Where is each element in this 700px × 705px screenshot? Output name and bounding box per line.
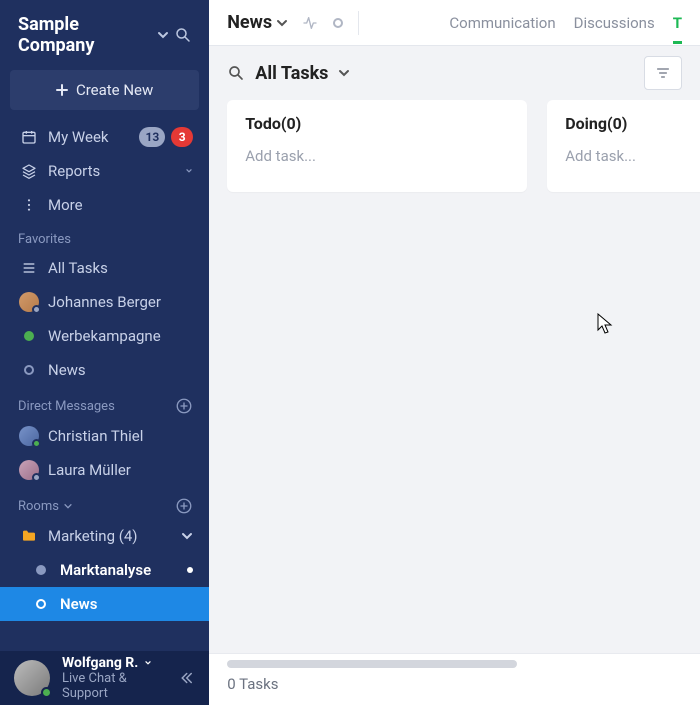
- room-news[interactable]: News: [0, 587, 209, 621]
- favorite-news[interactable]: News: [0, 353, 209, 387]
- sidebar-item-myweek[interactable]: My Week 13 3: [0, 120, 209, 154]
- layers-icon: [18, 163, 40, 179]
- tab-communication[interactable]: Communication: [449, 2, 555, 44]
- task-view-label: All Tasks: [255, 63, 328, 84]
- divider: [358, 11, 359, 35]
- more-vertical-icon: [18, 197, 40, 213]
- filter-icon: [655, 65, 671, 81]
- main-footer: 0 Tasks: [209, 653, 700, 705]
- sidebar-item-label: Reports: [48, 162, 100, 180]
- dot-icon: [30, 565, 52, 575]
- badge-red: 3: [171, 127, 193, 147]
- dm-laura[interactable]: Laura Müller: [0, 453, 209, 487]
- avatar: [18, 460, 40, 480]
- sidebar: Sample Company Create New My Week 13 3: [0, 0, 209, 705]
- avatar: [14, 660, 50, 696]
- section-direct-messages: Direct Messages: [0, 387, 209, 419]
- sidebar-item-label: Marketing (4): [48, 527, 138, 545]
- sidebar-item-more[interactable]: More: [0, 188, 209, 222]
- sidebar-footer[interactable]: Wolfgang R. Live Chat & Support: [0, 651, 209, 705]
- favorite-all-tasks[interactable]: All Tasks: [0, 251, 209, 285]
- chevron-down-icon: [276, 17, 288, 29]
- column-todo: Todo(0) Add task...: [227, 100, 527, 192]
- sidebar-item-label: Marktanalyse: [60, 561, 151, 579]
- room-group-marketing[interactable]: Marketing (4): [0, 519, 209, 553]
- favorite-project-werbekampagne[interactable]: Werbekampagne: [0, 319, 209, 353]
- circle-outline-icon: [18, 365, 40, 375]
- sidebar-header: Sample Company: [0, 0, 209, 68]
- sidebar-item-label: My Week: [48, 128, 109, 146]
- tab-discussions[interactable]: Discussions: [574, 2, 655, 44]
- sidebar-item-reports[interactable]: Reports: [0, 154, 209, 188]
- add-dm-button[interactable]: [175, 397, 193, 415]
- sidebar-item-label: Christian Thiel: [48, 427, 143, 445]
- column-title: Todo(0): [245, 114, 509, 133]
- plus-icon: [56, 84, 68, 96]
- caret-down-icon[interactable]: [185, 167, 193, 175]
- room-marktanalyse[interactable]: Marktanalyse: [0, 553, 209, 587]
- page-title-text: News: [227, 12, 272, 33]
- sidebar-item-label: Werbekampagne: [48, 327, 161, 345]
- sidebar-item-label: Laura Müller: [48, 461, 131, 479]
- create-new-label: Create New: [76, 81, 153, 99]
- company-name[interactable]: Sample Company: [18, 14, 147, 56]
- chevron-down-icon: [63, 501, 73, 511]
- chevron-down-icon[interactable]: [153, 24, 173, 46]
- footer-subtitle: Live Chat & Support: [62, 671, 165, 701]
- filter-button[interactable]: [644, 56, 682, 90]
- footer-text: Wolfgang R. Live Chat & Support: [62, 655, 165, 701]
- unread-dot-icon: [187, 567, 193, 573]
- favorite-user-johannes[interactable]: Johannes Berger: [0, 285, 209, 319]
- section-label: Direct Messages: [18, 399, 115, 414]
- sidebar-scroll: My Week 13 3 Reports More Favorites: [0, 120, 209, 651]
- task-count: 0 Tasks: [227, 675, 278, 693]
- page-title[interactable]: News: [227, 12, 288, 33]
- circle-outline-icon: [30, 599, 52, 609]
- sidebar-item-label: Johannes Berger: [48, 293, 161, 311]
- create-new-button[interactable]: Create New: [10, 70, 199, 110]
- sidebar-item-label: News: [48, 361, 86, 379]
- circle-outline-icon[interactable]: [332, 17, 344, 29]
- add-room-button[interactable]: [175, 497, 193, 515]
- chevron-down-icon: [338, 67, 350, 79]
- horizontal-scrollbar[interactable]: [227, 660, 517, 668]
- add-task-input[interactable]: Add task...: [565, 147, 700, 165]
- kanban-board: Todo(0) Add task... Doing(0) Add task...: [209, 100, 700, 653]
- column-title: Doing(0): [565, 114, 700, 133]
- user-name: Wolfgang R.: [62, 655, 138, 671]
- task-view-selector[interactable]: All Tasks: [227, 63, 350, 84]
- toolbar: All Tasks: [209, 46, 700, 100]
- badge-gray: 13: [139, 127, 165, 147]
- section-label: Rooms: [18, 499, 59, 514]
- sidebar-item-label: News: [60, 595, 97, 613]
- main-header: News Communication Discussions T: [209, 0, 700, 46]
- main: News Communication Discussions T All Tas…: [209, 0, 700, 705]
- list-icon: [18, 260, 40, 276]
- activity-icon[interactable]: [302, 15, 318, 31]
- column-doing: Doing(0) Add task...: [547, 100, 700, 192]
- collapse-sidebar-button[interactable]: [177, 669, 195, 687]
- dm-christian[interactable]: Christian Thiel: [0, 419, 209, 453]
- section-label: Favorites: [18, 232, 71, 247]
- section-favorites: Favorites: [0, 222, 209, 251]
- section-rooms[interactable]: Rooms: [0, 487, 209, 519]
- search-icon[interactable]: [173, 24, 193, 46]
- search-icon: [227, 64, 245, 82]
- sidebar-item-label: More: [48, 196, 83, 214]
- avatar: [18, 426, 40, 446]
- avatar: [18, 292, 40, 312]
- folder-icon: [18, 528, 40, 544]
- add-task-input[interactable]: Add task...: [245, 147, 509, 165]
- tab-tasks[interactable]: T: [673, 2, 682, 44]
- calendar-icon: [18, 129, 40, 145]
- chevron-down-icon[interactable]: [181, 530, 193, 542]
- sidebar-item-label: All Tasks: [48, 259, 108, 277]
- tab-bar: Communication Discussions T: [449, 2, 682, 44]
- project-dot-icon: [18, 331, 40, 341]
- caret-down-icon: [144, 659, 152, 667]
